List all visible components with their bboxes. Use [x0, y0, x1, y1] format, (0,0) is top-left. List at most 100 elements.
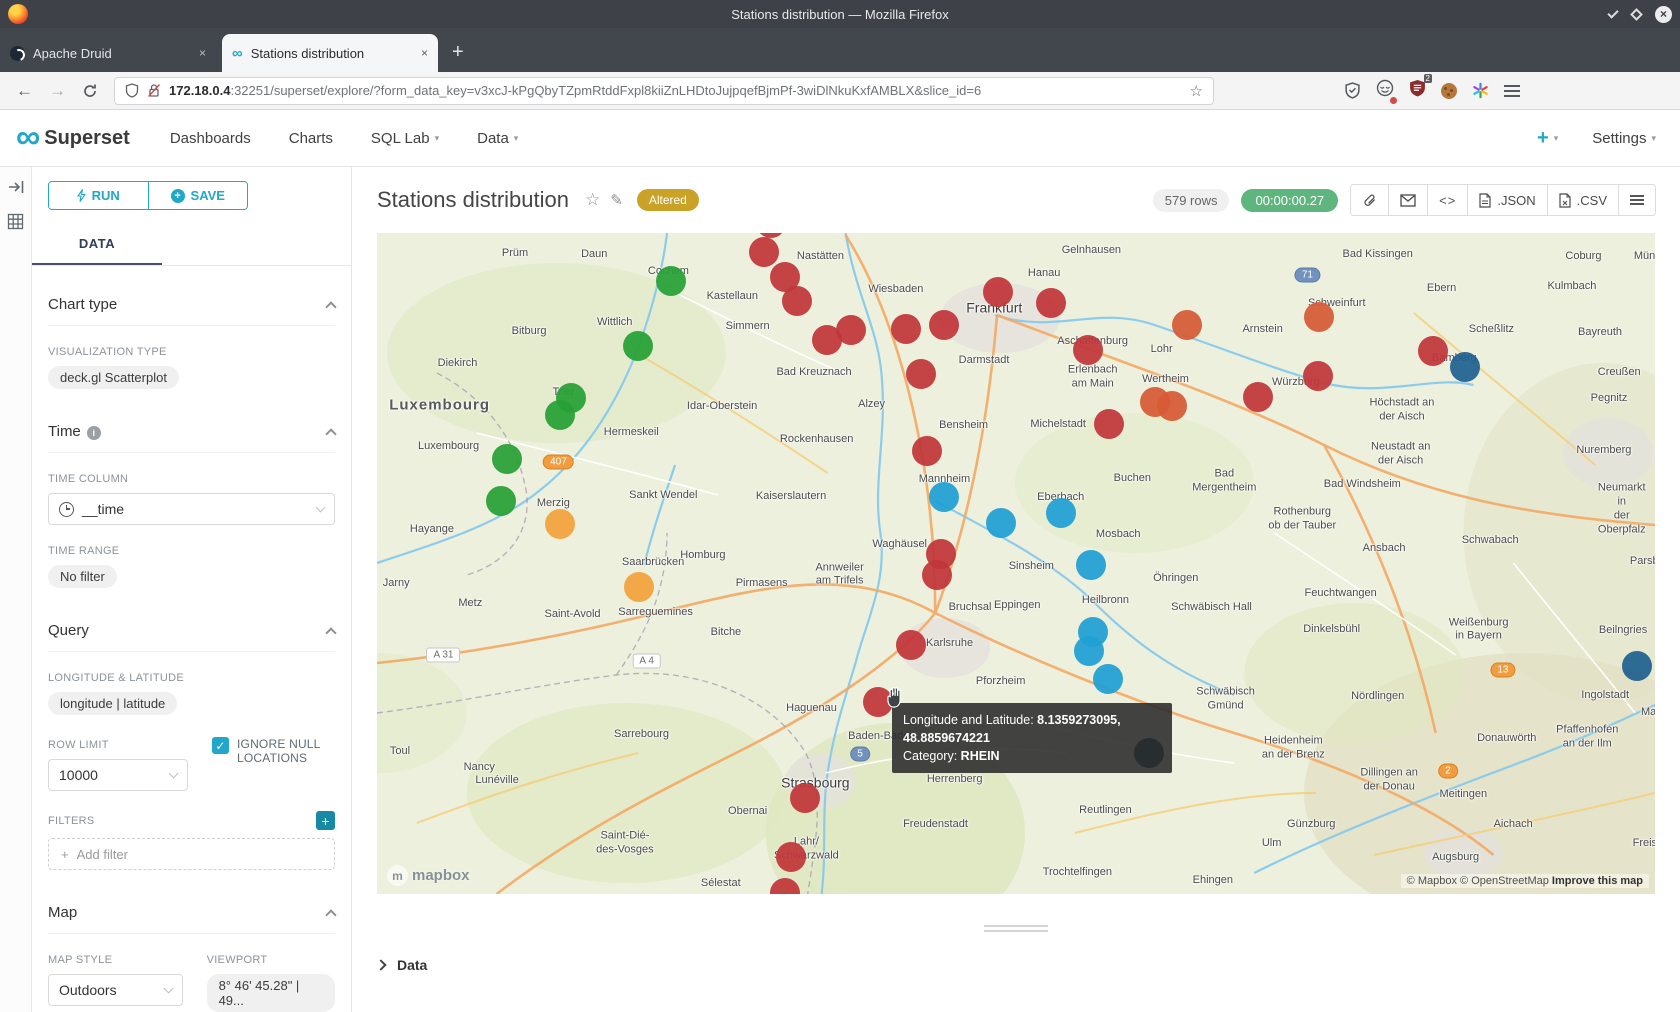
nav-data[interactable]: Data▾ — [477, 130, 518, 147]
scatter-point[interactable] — [891, 314, 921, 344]
mapbox-logo[interactable]: m mapbox — [387, 865, 470, 886]
datasource-grid-icon[interactable] — [7, 213, 24, 230]
window-maximize-icon[interactable] — [1630, 8, 1643, 21]
scatter-point[interactable] — [1418, 336, 1448, 366]
scatter-point[interactable] — [1094, 409, 1124, 439]
nav-dashboards[interactable]: Dashboards — [170, 130, 251, 147]
section-time[interactable]: Timei — [48, 423, 335, 453]
scatter-point[interactable] — [1073, 335, 1103, 365]
ublock-extension-icon[interactable]: 2 — [1409, 79, 1426, 102]
map-city-label: Hayange — [410, 523, 454, 537]
tab-data[interactable]: DATA — [32, 236, 162, 265]
settings-menu[interactable]: Settings▾ — [1592, 130, 1656, 147]
nav-sql-lab[interactable]: SQL Lab▾ — [371, 130, 439, 147]
window-minimize-icon[interactable] — [1607, 7, 1618, 18]
scatter-point[interactable] — [1303, 361, 1333, 391]
edit-properties-icon[interactable]: ✎ — [610, 191, 623, 209]
scatter-point[interactable] — [929, 482, 959, 512]
scatter-point[interactable] — [790, 783, 820, 813]
scatter-point[interactable] — [1076, 550, 1106, 580]
scatter-point[interactable] — [624, 572, 654, 602]
scatter-point[interactable] — [1450, 352, 1480, 382]
embed-code-button[interactable]: <> — [1427, 185, 1467, 215]
map-style-select[interactable]: Outdoors — [48, 974, 183, 1006]
pocket-extension-icon[interactable] — [1344, 82, 1361, 99]
scatter-point[interactable] — [896, 630, 926, 660]
scatter-point[interactable] — [986, 508, 1016, 538]
export-json-button[interactable]: .JSON — [1467, 185, 1546, 215]
section-map[interactable]: Map — [48, 904, 335, 934]
row-limit-select[interactable]: 10000 — [48, 759, 188, 791]
tab-close-icon[interactable]: × — [199, 46, 206, 60]
cookie-extension-icon[interactable] — [1441, 83, 1457, 99]
export-csv-button[interactable]: .CSV — [1547, 185, 1618, 215]
mapbox-attribution-link[interactable]: © Mapbox — [1407, 875, 1457, 887]
new-tab-button[interactable]: + — [452, 41, 464, 64]
viewport-value[interactable]: 8° 46' 45.28" | 49... — [207, 974, 335, 1012]
scatter-point[interactable] — [1074, 636, 1104, 666]
favorite-star-icon[interactable]: ☆ — [585, 190, 600, 210]
scatter-point[interactable] — [656, 266, 686, 296]
superset-logo[interactable]: ∞ Superset — [16, 124, 130, 151]
run-button[interactable]: RUN — [49, 182, 148, 209]
scatter-point[interactable] — [1157, 391, 1187, 421]
scatter-point[interactable] — [782, 286, 812, 316]
copy-link-button[interactable] — [1351, 185, 1388, 215]
time-range-value[interactable]: No filter — [48, 565, 117, 588]
bookmark-star-icon[interactable]: ☆ — [1190, 82, 1203, 100]
scatter-point[interactable] — [1093, 664, 1123, 694]
panel-resize-handle[interactable] — [984, 925, 1048, 932]
save-button[interactable]: + SAVE — [148, 182, 248, 209]
tracking-shield-icon[interactable] — [125, 83, 139, 98]
scatter-point[interactable] — [929, 310, 959, 340]
scatter-point[interactable] — [545, 400, 575, 430]
reload-button[interactable] — [82, 83, 98, 99]
window-close-icon[interactable]: × — [1655, 6, 1672, 23]
back-button[interactable]: ← — [16, 81, 33, 101]
osm-attribution-link[interactable]: © OpenStreetMap — [1460, 875, 1549, 887]
scatter-point[interactable] — [486, 486, 516, 516]
scatter-point[interactable] — [1622, 651, 1652, 681]
ignore-null-checkbox-row[interactable]: ✓ IGNORE NULL LOCATIONS — [212, 737, 332, 765]
multi-account-extension-icon[interactable] — [1376, 79, 1394, 102]
add-filter-plus-button[interactable]: + — [316, 811, 335, 830]
add-filter-box[interactable]: + Add filter — [48, 838, 335, 870]
improve-map-link[interactable]: Improve this map — [1552, 875, 1643, 887]
chart-menu-button[interactable] — [1618, 185, 1655, 215]
lonlat-value[interactable]: longitude | latitude — [48, 692, 177, 715]
scatter-point[interactable] — [776, 842, 806, 872]
scatter-point[interactable] — [906, 359, 936, 389]
viz-type-value[interactable]: deck.gl Scatterplot — [48, 366, 179, 389]
email-button[interactable] — [1388, 185, 1427, 215]
scatter-point[interactable] — [623, 331, 653, 361]
scatter-point[interactable] — [1243, 382, 1273, 412]
section-query[interactable]: Query — [48, 622, 335, 652]
data-expander[interactable]: Data — [377, 957, 427, 973]
scatter-point[interactable] — [1172, 310, 1202, 340]
browser-tab-apache-druid[interactable]: Apache Druid × — [0, 34, 216, 72]
nav-charts[interactable]: Charts — [289, 130, 333, 147]
map-canvas[interactable]: Longitude and Latitude: 8.1359273095, 48… — [377, 233, 1655, 894]
new-button[interactable]: +▾ — [1537, 127, 1558, 150]
scatter-point[interactable] — [545, 509, 575, 539]
scatter-point[interactable] — [1036, 288, 1066, 318]
time-column-select[interactable]: __time — [48, 493, 335, 525]
url-bar[interactable]: 172.18.0.4:32251/superset/explore/?form_… — [114, 77, 1214, 105]
section-chart-type[interactable]: Chart type — [48, 296, 335, 326]
checkbox-checked-icon[interactable]: ✓ — [212, 737, 229, 754]
scatter-point[interactable] — [912, 436, 942, 466]
browser-tab-stations-distribution[interactable]: ∞ Stations distribution × — [222, 34, 438, 72]
colorful-extension-icon[interactable] — [1472, 82, 1489, 99]
scatter-point[interactable] — [1304, 302, 1334, 332]
expand-panel-icon[interactable] — [7, 179, 25, 195]
scatter-point[interactable] — [836, 315, 866, 345]
scatter-point[interactable] — [983, 277, 1013, 307]
scatter-point[interactable] — [1046, 498, 1076, 528]
browser-menu-icon[interactable] — [1504, 85, 1520, 97]
forward-button[interactable]: → — [49, 81, 66, 101]
tab-close-icon[interactable]: × — [421, 46, 428, 60]
scatter-point[interactable] — [749, 237, 779, 267]
insecure-lock-icon[interactable] — [147, 83, 161, 98]
scatter-point[interactable] — [492, 444, 522, 474]
scatter-point[interactable] — [922, 560, 952, 590]
